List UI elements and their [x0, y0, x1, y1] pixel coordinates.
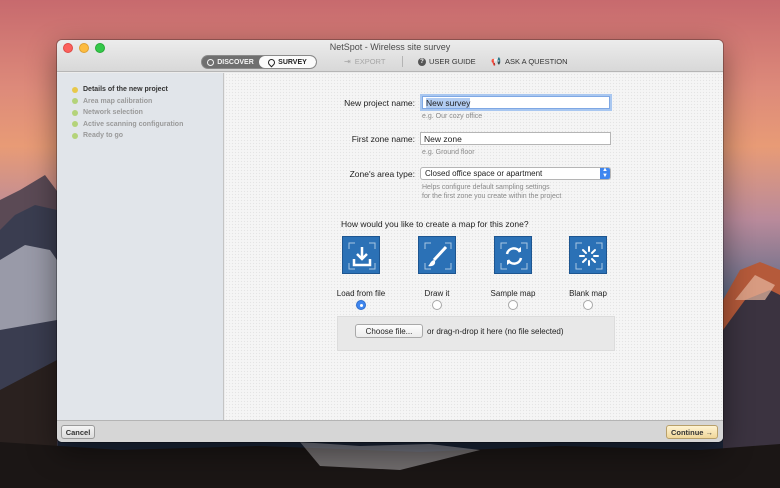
draw-it-tile[interactable] [418, 236, 456, 274]
export-button[interactable]: ⇥ EXPORT [344, 57, 385, 66]
sample-map-radio[interactable] [508, 300, 518, 310]
step-label: Active scanning configuration [83, 120, 184, 128]
zone-name-value: New zone [424, 134, 462, 144]
help-icon: ? [418, 57, 426, 66]
cancel-button[interactable]: Cancel [61, 425, 95, 439]
ask-question-label: ASK A QUESTION [504, 57, 568, 66]
mode-discover-label: DISCOVER [217, 58, 254, 66]
step-bullet-icon [72, 109, 78, 116]
wizard-step: Active scanning configuration [57, 119, 223, 131]
user-guide-label: USER GUIDE [429, 57, 476, 66]
load-from-file-label: Load from file [336, 289, 386, 298]
step-label: Area map calibration [83, 97, 153, 105]
user-guide-button[interactable]: ? USER GUIDE [418, 57, 476, 66]
brush-icon [424, 242, 452, 270]
drop-hint: or drag-n-drop it here (no file selected… [427, 327, 564, 336]
wizard-step: Area map calibration [57, 96, 223, 108]
project-form: New project name: New survey e.g. Our co… [225, 73, 723, 420]
mode-switch: DISCOVER SURVEY [201, 55, 317, 69]
zone-name-label: First zone name: [351, 134, 415, 144]
toolbar-divider [402, 56, 403, 67]
draw-it-radio[interactable] [432, 300, 442, 310]
zone-type-value: Closed office space or apartment [425, 169, 543, 178]
map-question: How would you like to create a map for t… [341, 219, 529, 229]
export-icon: ⇥ [344, 57, 351, 66]
blank-map-label: Blank map [569, 289, 607, 298]
wizard-step: Details of the new project [57, 84, 223, 96]
project-name-label: New project name: [344, 98, 415, 108]
load-from-file-tile[interactable] [342, 236, 380, 274]
titlebar: NetSpot - Wireless site survey DISCOVER … [57, 40, 723, 72]
blank-map-tile[interactable] [569, 236, 607, 274]
load-from-file-radio[interactable] [356, 300, 366, 310]
footer-bar: Cancel Continue → [57, 420, 723, 442]
refresh-icon [500, 242, 528, 270]
megaphone-icon: 📢 [491, 57, 501, 66]
project-name-input[interactable]: New survey [422, 96, 610, 109]
spinner-icon [575, 242, 603, 270]
step-label: Ready to go [83, 132, 124, 140]
select-arrows-icon: ▲ ▼ [600, 167, 610, 179]
mode-survey-button[interactable]: SURVEY [259, 56, 316, 68]
project-name-hint: e.g. Our cozy office [422, 113, 483, 120]
discover-icon [207, 58, 215, 66]
step-bullet-icon [72, 121, 78, 128]
step-bullet-icon [72, 98, 78, 105]
continue-button[interactable]: Continue → [666, 425, 718, 439]
step-bullet-icon [72, 86, 78, 93]
zone-type-hint-1: Helps configure default sampling setting… [422, 184, 550, 191]
wizard-steps-sidebar: Details of the new project Area map cali… [57, 73, 224, 420]
pin-icon [266, 57, 277, 67]
wizard-step: Network selection [57, 107, 223, 119]
zone-type-label: Zone's area type: [349, 169, 415, 179]
sample-map-label: Sample map [490, 289, 536, 298]
step-bullet-icon [72, 132, 78, 139]
window-title: NetSpot - Wireless site survey [329, 42, 451, 52]
step-label: Details of the new project [83, 86, 168, 94]
draw-it-label: Draw it [424, 289, 450, 298]
choose-file-button[interactable]: Choose file... [355, 324, 423, 338]
ask-question-button[interactable]: 📢 ASK A QUESTION [491, 57, 568, 66]
zone-name-hint: e.g. Ground floor [422, 149, 475, 156]
wizard-step: Ready to go [57, 130, 223, 142]
download-icon [348, 242, 376, 270]
step-label: Network selection [83, 109, 143, 117]
zone-type-hint-2: for the first zone you create within the… [422, 193, 562, 200]
zone-type-select[interactable]: Closed office space or apartment ▲ ▼ [420, 167, 611, 180]
app-window: NetSpot - Wireless site survey DISCOVER … [57, 40, 723, 442]
sample-map-tile[interactable] [494, 236, 532, 274]
blank-map-radio[interactable] [583, 300, 593, 310]
mode-survey-label: SURVEY [278, 58, 307, 66]
zone-name-input[interactable]: New zone [420, 132, 611, 145]
project-name-value: New survey [426, 98, 471, 108]
export-label: EXPORT [354, 57, 386, 66]
mode-discover-button[interactable]: DISCOVER [202, 56, 259, 68]
